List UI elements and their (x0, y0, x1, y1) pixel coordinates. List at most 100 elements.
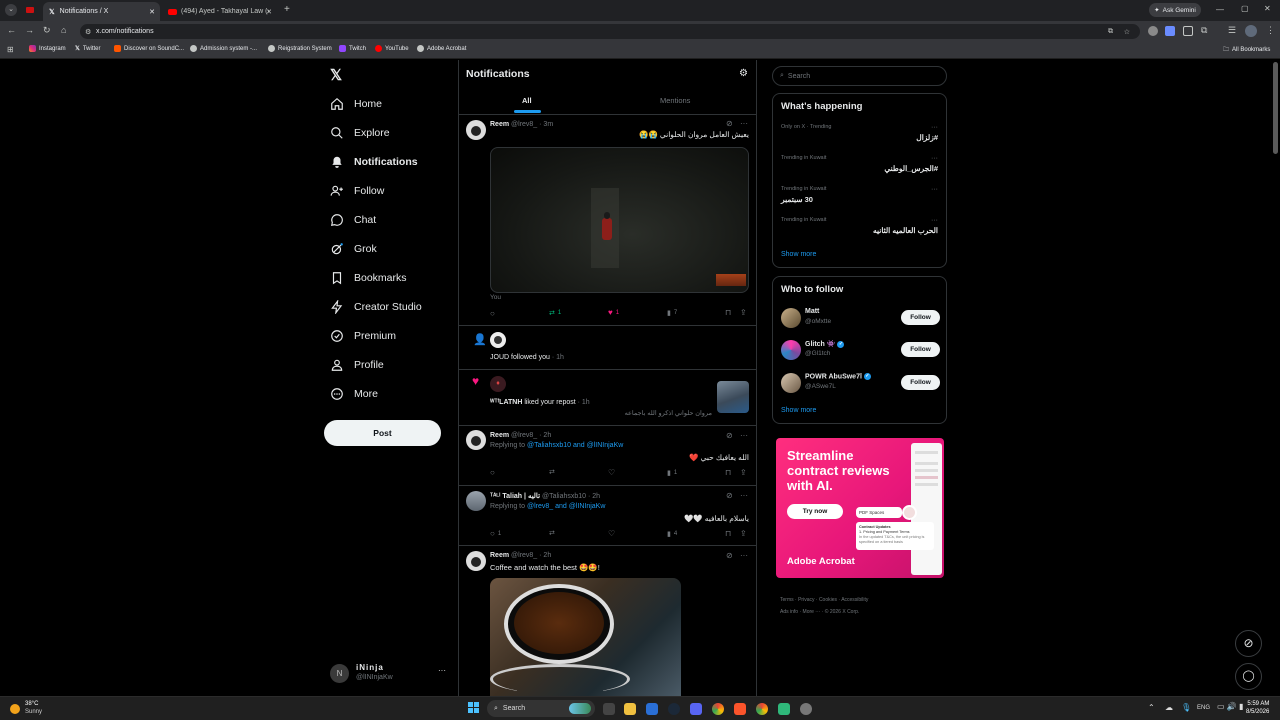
more-icon[interactable]: ··· (438, 666, 446, 675)
bookmark-twitch[interactable]: Twitch (339, 45, 366, 52)
weather-widget[interactable]: 38°C Sunny (8, 700, 68, 718)
author-handle[interactable]: @lrev8_ (511, 432, 537, 439)
show-more-link[interactable]: Show more (781, 407, 816, 414)
trend-item[interactable]: Trending in Kuwait ··· 30 سبتمبر (781, 186, 938, 204)
tweet-media-photo[interactable] (490, 578, 681, 696)
views-button[interactable]: ▮ 1 (667, 469, 677, 477)
tweet-time[interactable]: · 2h (539, 432, 551, 439)
nav-more[interactable]: More (330, 387, 378, 401)
account-switcher[interactable]: N iNinja @lINInjaKw ··· (330, 661, 448, 687)
messages-floating-button[interactable]: ◯ (1235, 663, 1262, 690)
liker-name[interactable]: ᵂᵀᶠLATNH (490, 399, 522, 406)
nav-premium[interactable]: Premium (330, 329, 396, 343)
more-icon[interactable]: ··· (931, 124, 938, 131)
like-button[interactable]: ♡ (608, 529, 615, 538)
taskbar-search[interactable]: ⌕ Search (487, 700, 595, 717)
tweet-media-video[interactable] (490, 147, 749, 293)
grok-floating-button[interactable]: ⊘ (1235, 630, 1262, 657)
avatar[interactable] (490, 332, 506, 348)
share-button[interactable]: ⇪ (740, 468, 747, 477)
start-button[interactable] (468, 702, 480, 714)
nav-bookmarks[interactable]: Bookmarks (330, 271, 407, 285)
ad-cta-button[interactable]: Try now (787, 504, 843, 519)
apps-icon[interactable]: ⊞ (7, 45, 14, 54)
avatar[interactable] (1245, 25, 1257, 37)
author-handle[interactable]: @lrev8_ (511, 552, 537, 559)
follow-button[interactable]: Follow (901, 375, 940, 390)
repost-button[interactable]: ⇄ (549, 468, 555, 476)
footer-link[interactable]: Cookies (819, 597, 837, 603)
avatar[interactable] (466, 551, 486, 571)
microphone-icon[interactable]: 🎙 (1181, 703, 1191, 712)
trend-item[interactable]: Only on X · Trending ··· #زلزال (781, 124, 938, 142)
bookmark-adobe[interactable]: Adobe Acrobat (417, 45, 466, 52)
extensions-icon[interactable]: ⧉ (1201, 25, 1207, 36)
bookmark-button[interactable]: ⊓ (725, 308, 731, 317)
bookmark-soundcloud[interactable]: Discover on SoundC... (114, 45, 184, 52)
nav-follow[interactable]: Follow (330, 184, 384, 198)
footer-link[interactable]: Ads info (780, 609, 798, 615)
follow-suggestion[interactable]: POWR AbuSwe7l ✓ @ASwe7L Follow (781, 372, 940, 394)
minimize-button[interactable]: — (1216, 5, 1224, 14)
like-button[interactable]: ♡ (608, 468, 615, 477)
chrome-icon[interactable] (712, 703, 724, 715)
bookmark-instagram[interactable]: Instagram (29, 45, 66, 52)
x-home-logo[interactable]: 𝕏 (330, 66, 342, 84)
footer-link[interactable]: Privacy (798, 597, 814, 603)
tab-mentions[interactable]: Mentions (660, 96, 690, 105)
bookmark-registration[interactable]: Reigstration System (268, 45, 332, 52)
settings-icon[interactable] (800, 703, 812, 715)
nav-explore[interactable]: Explore (330, 126, 390, 140)
liked-post-thumbnail[interactable] (717, 381, 749, 413)
extension-icon[interactable] (1165, 26, 1175, 36)
ask-gemini-button[interactable]: ✦ Ask Gemini (1149, 3, 1201, 17)
more-icon[interactable]: ··· (740, 491, 748, 500)
promoted-ad[interactable]: Streamline contract reviews with AI. Try… (776, 438, 944, 578)
grok-icon[interactable]: ⊘ (726, 551, 733, 560)
avatar[interactable] (466, 430, 486, 450)
avatar[interactable] (466, 491, 486, 511)
share-button[interactable]: ⇪ (740, 308, 747, 317)
steam-icon[interactable] (668, 703, 680, 715)
close-icon[interactable]: ✕ (266, 8, 272, 16)
follow-suggestion[interactable]: Glitch 👾 ✓ @Gl1tch Follow (781, 339, 940, 361)
extension-icon[interactable] (1148, 26, 1158, 36)
tweet-time[interactable]: · 3m (539, 121, 553, 128)
footer-link[interactable]: Terms (780, 597, 794, 603)
bookmark-button[interactable]: ⊓ (725, 529, 731, 538)
reply-button[interactable]: ○ (490, 468, 495, 477)
reply-button[interactable]: ○ 1 (490, 529, 501, 538)
nav-profile[interactable]: Profile (330, 358, 384, 372)
footer-link[interactable]: Accessibility (841, 597, 868, 603)
settings-icon[interactable]: ⚙ (739, 68, 748, 79)
side-panel-icon[interactable]: ☰ (1228, 25, 1236, 36)
file-explorer-icon[interactable] (624, 703, 636, 715)
reply-mentions[interactable]: @lrev8_ and @lINInjaKw (527, 503, 605, 510)
avatar[interactable]: ♦ (490, 376, 506, 392)
search-input[interactable]: ⌕ Search (772, 66, 947, 86)
tweet-time[interactable]: · 2h (588, 493, 600, 500)
brave-icon[interactable] (734, 703, 746, 715)
like-button[interactable]: ♥ 1 (608, 308, 619, 317)
post-button[interactable]: Post (324, 420, 441, 446)
extension-icon[interactable] (1183, 26, 1193, 36)
close-window-button[interactable]: ✕ (1264, 4, 1271, 13)
new-tab-button[interactable]: + (284, 4, 290, 15)
menu-icon[interactable]: ⋮ (1266, 25, 1275, 36)
nav-home[interactable]: Home (330, 97, 382, 111)
nav-notifications[interactable]: Notifications (330, 155, 418, 169)
nav-grok[interactable]: Grok (330, 242, 377, 256)
tweet-time[interactable]: · 2h (539, 552, 551, 559)
nav-chat[interactable]: Chat (330, 213, 376, 227)
home-icon[interactable]: ⌂ (61, 25, 66, 35)
bookmark-admission[interactable]: Admission system -... (190, 45, 257, 52)
more-icon[interactable]: ··· (931, 186, 938, 193)
language-indicator[interactable]: ENG (1197, 705, 1210, 711)
author-name[interactable]: Reem (490, 432, 509, 439)
tab-youtube[interactable]: (494) Ayed - Takhayal Law (Ay... ✕ (162, 2, 277, 21)
address-bar[interactable]: ⚙ x.com/notifications ☆ ⧉ (80, 24, 1140, 39)
author-handle[interactable]: @lrev8_ (511, 121, 537, 128)
cloud-icon[interactable]: ☁ (1165, 703, 1173, 712)
more-icon[interactable]: ··· (740, 431, 748, 440)
follow-button[interactable]: Follow (901, 342, 940, 357)
